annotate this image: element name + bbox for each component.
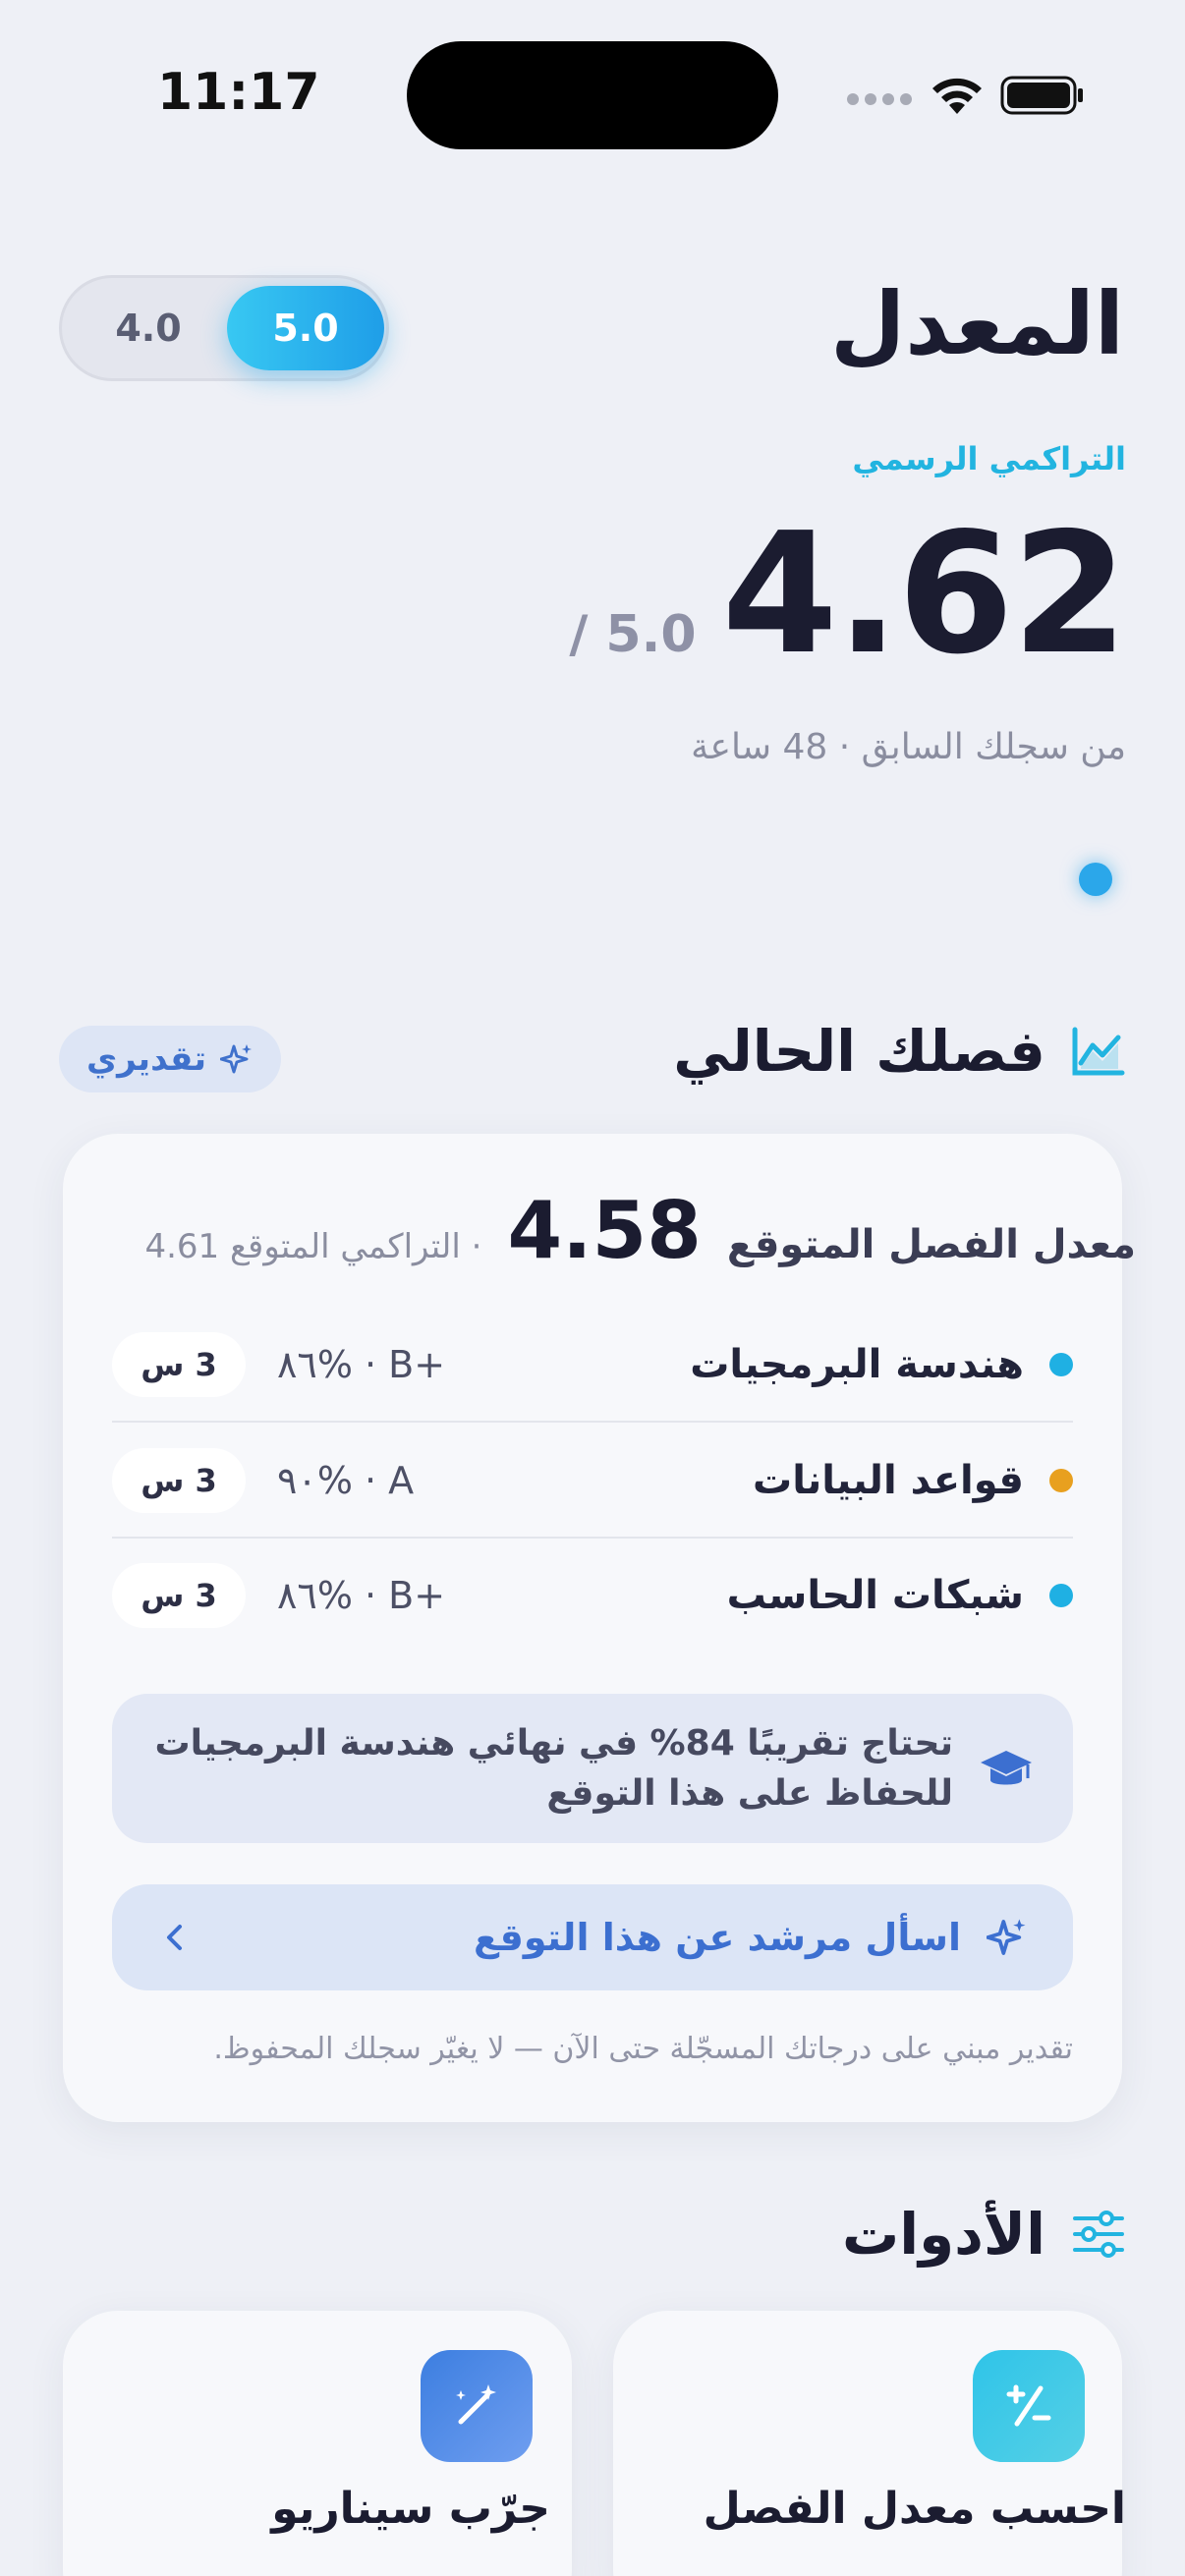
wifi-icon <box>932 78 982 114</box>
tools-header: الأدوات <box>842 2201 1126 2268</box>
course-grade: ٩٠% · A <box>277 1459 415 1502</box>
tool-label: جرّب سيناريو <box>271 2484 550 2534</box>
target-tip: تحتاج تقريبًا 84% في نهائي هندسة البرمجي… <box>112 1694 1073 1843</box>
page-indicator-dot <box>1079 863 1112 896</box>
expected-gpa-label: معدل الفصل المتوقع <box>726 1222 1136 1267</box>
disclaimer-text: تقدير مبني على درجاتك المسجّلة حتى الآن … <box>213 2032 1073 2066</box>
scale-toggle[interactable]: 4.0 5.0 <box>59 275 389 381</box>
estimate-badge-label: تقديري <box>86 1039 206 1079</box>
course-row[interactable]: هندسة البرمجيات ٨٦% · B+ 3 س <box>112 1309 1073 1423</box>
gpa-label: التراكمي الرسمي <box>852 440 1126 477</box>
magic-wand-icon <box>421 2350 533 2462</box>
semester-header: فصلك الحالي <box>673 1018 1126 1085</box>
page-title: المعدل <box>829 273 1124 374</box>
sliders-icon <box>1073 2211 1124 2258</box>
status-time: 11:17 <box>157 63 320 122</box>
course-name: قواعد البيانات <box>753 1458 1024 1503</box>
course-hours: 3 س <box>112 1563 246 1628</box>
course-color-dot <box>1049 1469 1073 1492</box>
sparkle-icon <box>987 1919 1026 1955</box>
course-grade: ٨٦% · B+ <box>277 1574 446 1617</box>
expected-gpa-value: 4.58 <box>507 1185 702 1276</box>
semester-title: فصلك الحالي <box>673 1018 1045 1085</box>
course-grade: ٨٦% · B+ <box>277 1343 446 1386</box>
expected-cumulative: · التراكمي المتوقع 4.61 <box>144 1227 482 1266</box>
gpa-subtitle: من سجلك السابق · 48 ساعة <box>691 727 1126 767</box>
course-hours: 3 س <box>112 1332 246 1397</box>
ask-advisor-label: اسأل مرشد عن هذا التوقع <box>474 1916 961 1959</box>
expected-gpa: معدل الفصل المتوقع 4.58 · التراكمي المتو… <box>144 1185 1136 1276</box>
gpa-scale: / 5.0 <box>569 605 697 664</box>
battery-icon <box>1000 76 1083 115</box>
course-row[interactable]: شبكات الحاسب ٨٦% · B+ 3 س <box>112 1539 1073 1652</box>
chart-trend-icon <box>1072 1027 1125 1076</box>
scale-option-5[interactable]: 5.0 <box>227 286 384 370</box>
signal-icon <box>847 90 918 109</box>
sparkle-icon <box>219 1044 252 1074</box>
course-color-dot <box>1049 1353 1073 1376</box>
estimate-badge: تقديري <box>59 1026 281 1092</box>
tip-text: تحتاج تقريبًا 84% في نهائي هندسة البرمجي… <box>154 1718 953 1819</box>
tip-line-1: تحتاج تقريبًا 84% في نهائي هندسة البرمجي… <box>154 1722 953 1764</box>
course-color-dot <box>1049 1584 1073 1607</box>
status-icons <box>847 71 1083 120</box>
plus-minus-icon <box>973 2350 1085 2462</box>
gpa-display: 4.62 / 5.0 <box>569 497 1128 692</box>
chevron-left-icon <box>167 1925 182 1950</box>
course-name: هندسة البرمجيات <box>690 1342 1024 1387</box>
course-hours: 3 س <box>112 1448 246 1513</box>
graduation-cap-icon <box>981 1751 1032 1785</box>
course-name: شبكات الحاسب <box>726 1573 1024 1618</box>
tools-title: الأدوات <box>841 2201 1045 2268</box>
dynamic-island <box>407 41 778 149</box>
tip-line-2: للحفاظ على هذا التوقع <box>546 1773 953 1814</box>
scale-option-4[interactable]: 4.0 <box>70 286 227 370</box>
tool-label: احسب معدل الفصل <box>703 2484 1126 2534</box>
ask-advisor-button[interactable]: اسأل مرشد عن هذا التوقع <box>112 1884 1073 1990</box>
course-row[interactable]: قواعد البيانات ٩٠% · A 3 س <box>112 1425 1073 1539</box>
gpa-value: 4.62 <box>721 497 1128 692</box>
